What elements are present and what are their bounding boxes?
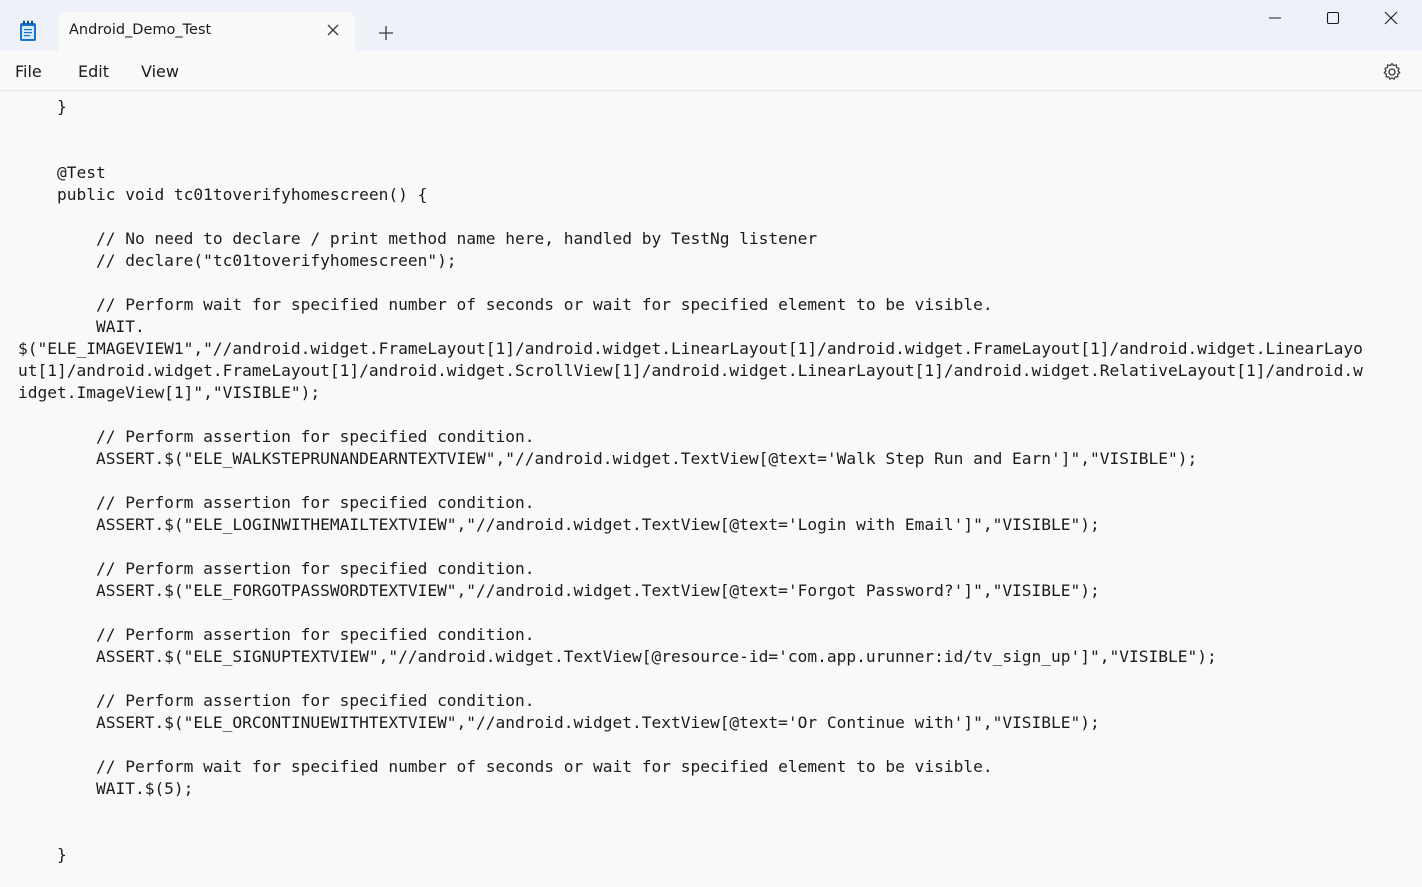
code-line: ASSERT.$("ELE_SIGNUPTEXTVIEW","//android… bbox=[18, 647, 1217, 666]
close-window-button[interactable] bbox=[1362, 0, 1420, 36]
menu-file[interactable]: File bbox=[15, 62, 42, 81]
code-line: // Perform assertion for specified condi… bbox=[18, 559, 535, 578]
code-line: WAIT. bbox=[18, 317, 145, 336]
gear-icon[interactable] bbox=[1381, 61, 1403, 83]
code-line: // declare("tc01toverifyhomescreen"); bbox=[18, 251, 457, 270]
code-line: ut[1]/android.widget.FrameLayout[1]/andr… bbox=[18, 361, 1363, 380]
code-line: ASSERT.$("ELE_FORGOTPASSWORDTEXTVIEW","/… bbox=[18, 581, 1100, 600]
close-icon bbox=[1384, 11, 1398, 25]
tab-title: Android_Demo_Test bbox=[69, 22, 212, 38]
code-line: WAIT.$(5); bbox=[18, 779, 194, 798]
notepad-icon bbox=[18, 20, 38, 42]
code-line: // No need to declare / print method nam… bbox=[18, 229, 818, 248]
code-line: // Perform assertion for specified condi… bbox=[18, 493, 535, 512]
code-line: idget.ImageView[1]","VISIBLE"); bbox=[18, 383, 321, 402]
code-line: $("ELE_IMAGEVIEW1","//android.widget.Fra… bbox=[18, 339, 1363, 358]
minimize-button[interactable] bbox=[1246, 0, 1304, 36]
text-editor[interactable]: } @Test public void tc01toverifyhomescre… bbox=[0, 92, 1422, 887]
code-line: public void tc01toverifyhomescreen() { bbox=[18, 185, 428, 204]
maximize-icon bbox=[1326, 11, 1340, 25]
code-line: // Perform wait for specified number of … bbox=[18, 757, 993, 776]
code-line: // Perform assertion for specified condi… bbox=[18, 691, 535, 710]
code-line: } bbox=[18, 845, 67, 864]
menu-bar: File Edit View bbox=[0, 51, 1422, 91]
plus-icon[interactable] bbox=[376, 23, 396, 43]
code-line: // Perform assertion for specified condi… bbox=[18, 427, 535, 446]
close-icon[interactable] bbox=[325, 22, 341, 38]
notepad-window: Android_Demo_Test File Edit View} @Test… bbox=[0, 0, 1422, 887]
title-bar: Android_Demo_Test bbox=[0, 0, 1422, 51]
code-line: @Test bbox=[18, 163, 106, 182]
code-line: // Perform assertion for specified condi… bbox=[18, 625, 535, 644]
code-line: // Perform wait for specified number of … bbox=[18, 295, 993, 314]
menu-edit[interactable]: Edit bbox=[78, 62, 109, 81]
code-line: ASSERT.$("ELE_ORCONTINUEWITHTEXTVIEW","/… bbox=[18, 713, 1100, 732]
menu-view[interactable]: View bbox=[141, 62, 179, 81]
code-line: ASSERT.$("ELE_WALKSTEPRUNANDEARNTEXTVIEW… bbox=[18, 449, 1198, 468]
code-line: } bbox=[18, 97, 67, 116]
code-line: ASSERT.$("ELE_LOGINWITHEMAILTEXTVIEW","/… bbox=[18, 515, 1100, 534]
maximize-button[interactable] bbox=[1304, 0, 1362, 36]
document-tab[interactable]: Android_Demo_Test bbox=[58, 12, 355, 51]
minimize-icon bbox=[1269, 17, 1281, 19]
